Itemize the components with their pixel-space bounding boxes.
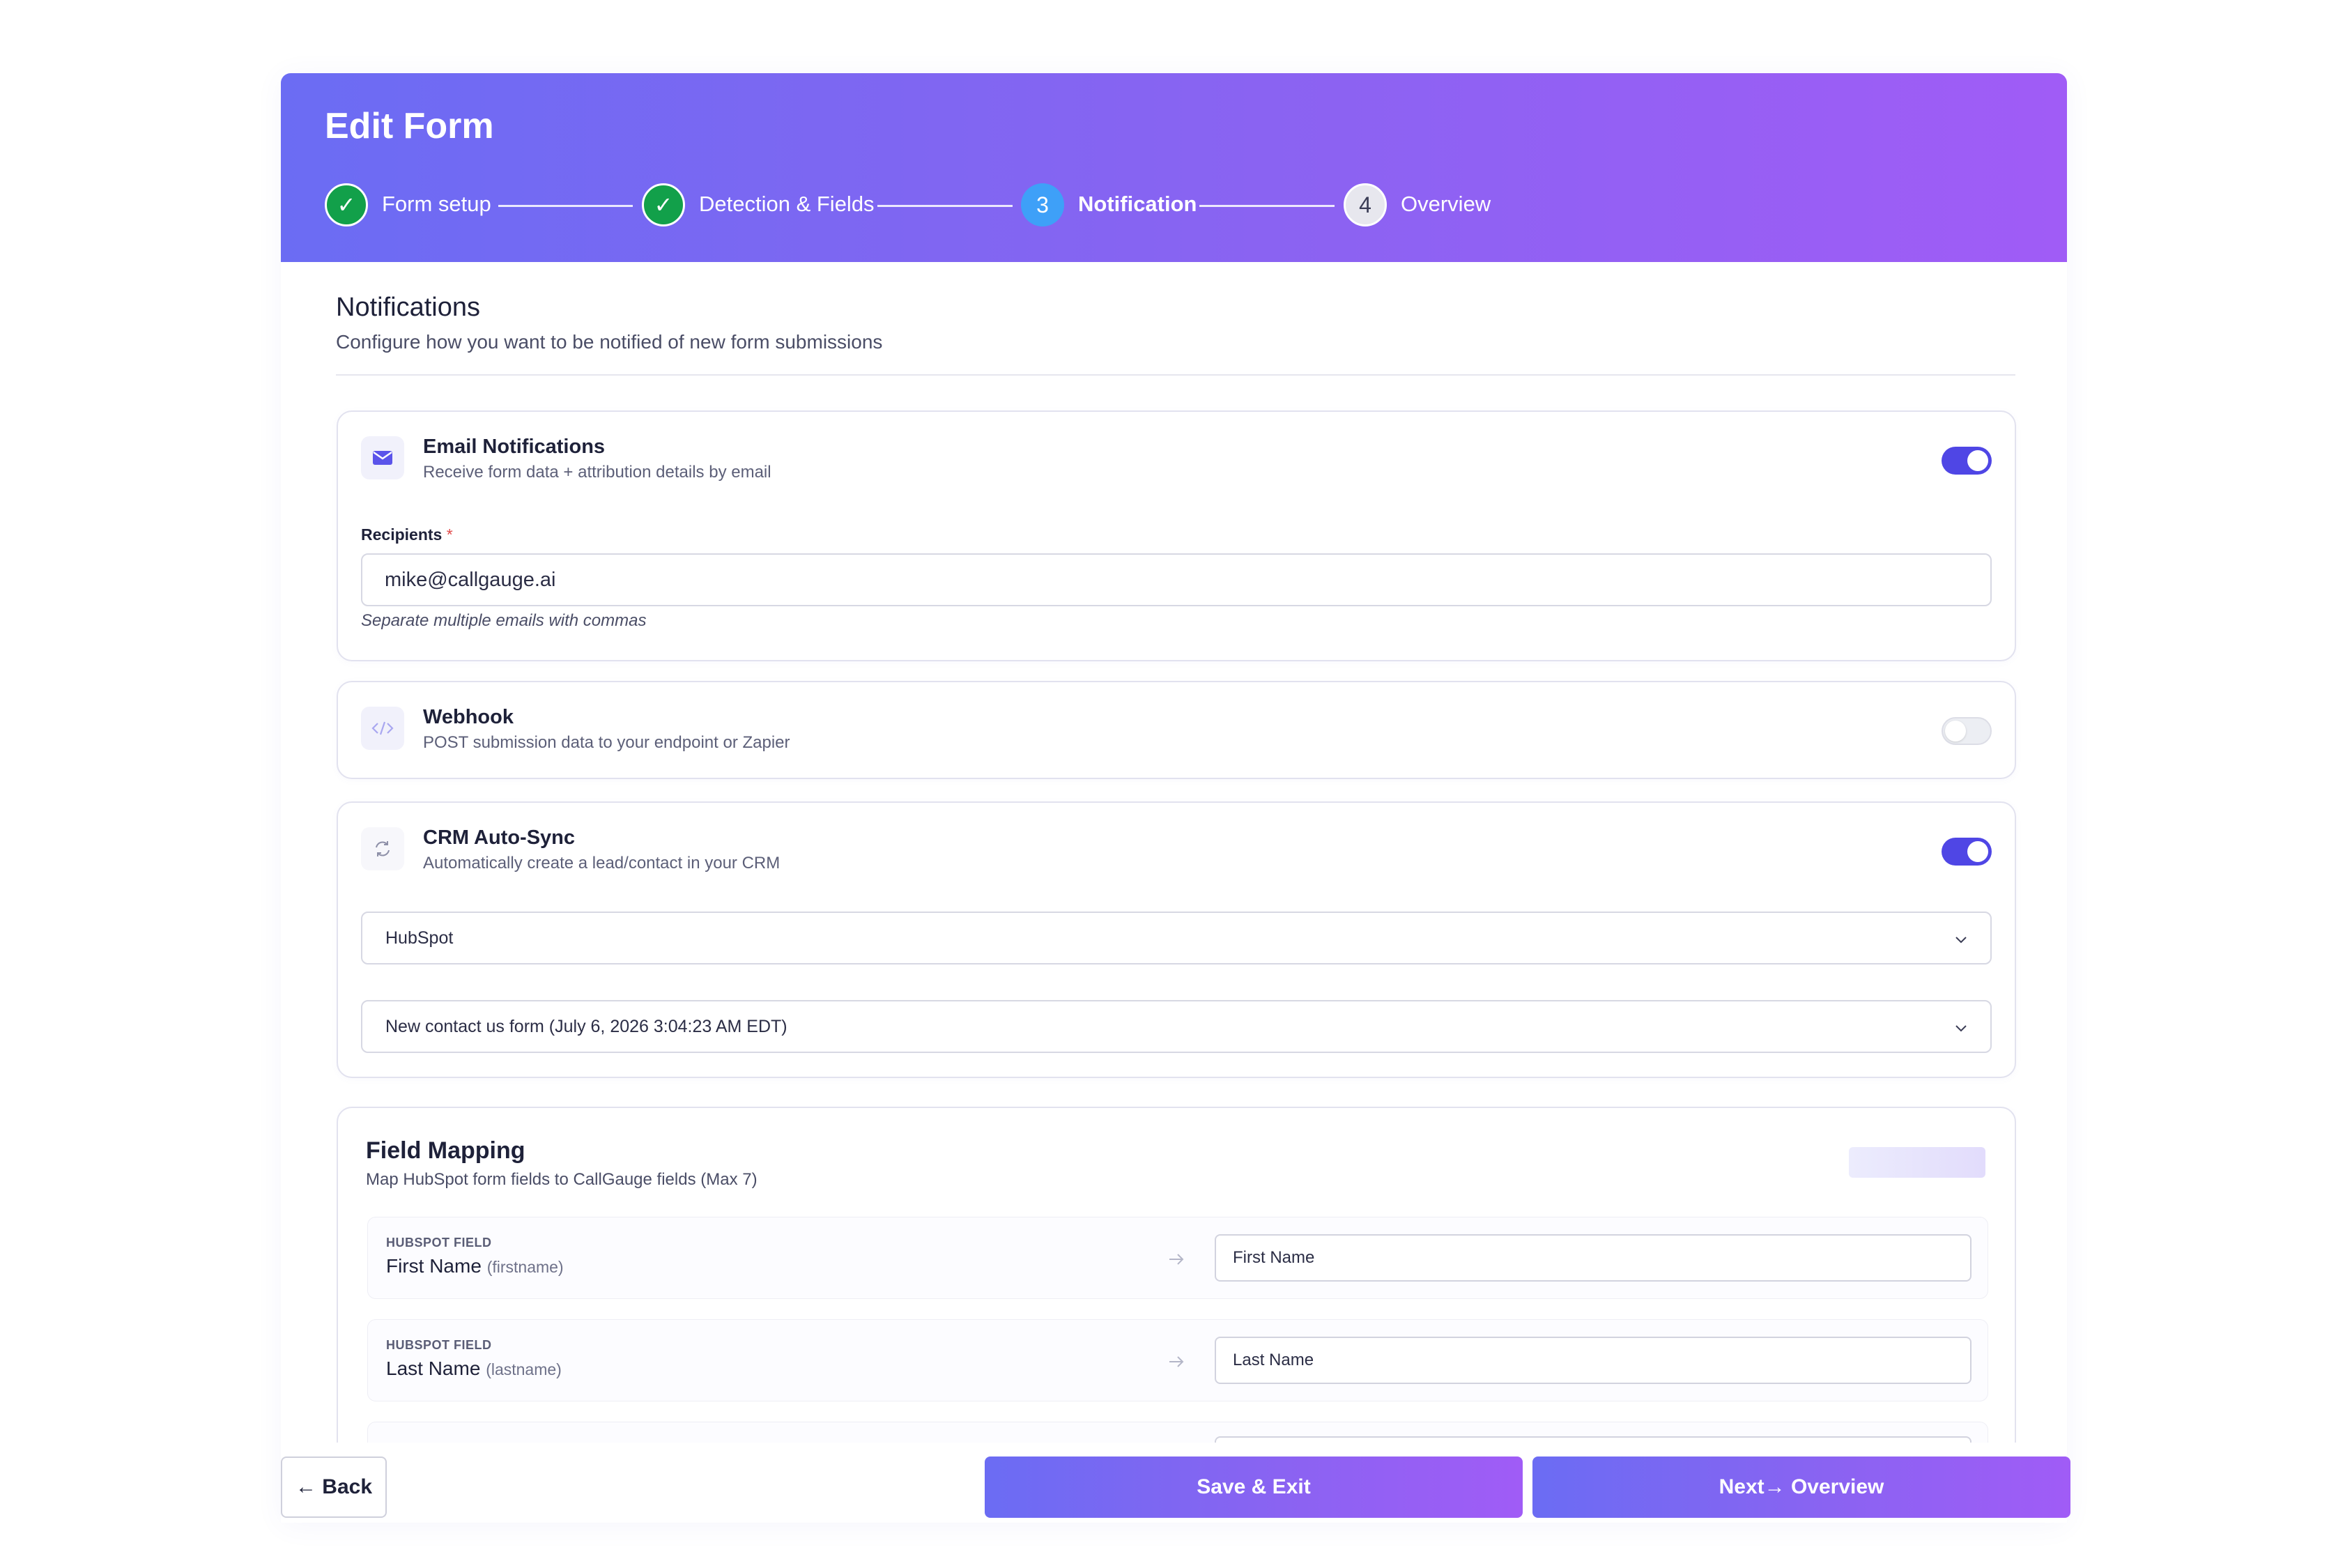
crm-provider-value: HubSpot xyxy=(385,928,454,948)
mail-icon xyxy=(361,436,404,479)
recipients-label: Recipients * xyxy=(361,525,453,544)
field-mapping-title: Field Mapping xyxy=(366,1137,525,1164)
toggle-knob xyxy=(1945,721,1966,741)
next-overview-button[interactable]: Next→ Overview xyxy=(1532,1456,2070,1518)
crm-form-select[interactable]: New contact us form (July 6, 2026 3:04:2… xyxy=(361,1000,1992,1053)
hubspot-field-key: (firstname) xyxy=(486,1258,564,1276)
sync-icon xyxy=(361,827,404,870)
callgauge-field-input[interactable] xyxy=(1215,1436,1971,1443)
required-mark: * xyxy=(446,525,453,544)
email-notifications-card: Email Notifications Receive form data + … xyxy=(337,410,2016,661)
page-title: Edit Form xyxy=(325,106,494,146)
field-mapping-row: HUBSPOT FIELD First Name (firstname) xyxy=(367,1217,1988,1299)
crm-form-value: New contact us form (July 6, 2026 3:04:2… xyxy=(385,1017,787,1036)
step-1-label: Form setup xyxy=(382,192,491,216)
webhook-title: Webhook xyxy=(423,706,514,728)
crm-provider-select[interactable]: HubSpot xyxy=(361,912,1992,964)
wizard-header: Edit Form ✓ Form setup ✓ Detection & Fie… xyxy=(281,73,2067,262)
callgauge-field-input[interactable] xyxy=(1215,1337,1971,1384)
arrow-right-icon xyxy=(1169,1356,1184,1367)
step-4-number: 4 xyxy=(1344,183,1387,226)
crm-auto-sync-toggle[interactable] xyxy=(1942,838,1992,866)
toggle-knob xyxy=(1967,841,1988,862)
email-notifications-subtitle: Receive form data + attribution details … xyxy=(423,463,771,482)
crm-auto-sync-subtitle: Automatically create a lead/contact in y… xyxy=(423,854,781,873)
step-connector xyxy=(498,205,633,207)
chevron-down-icon xyxy=(1955,937,1967,944)
field-mapping-row xyxy=(367,1422,1988,1443)
section-title: Notifications xyxy=(336,293,480,322)
hubspot-field-kicker: HUBSPOT FIELD xyxy=(386,1338,492,1352)
chevron-down-icon xyxy=(1955,1025,1967,1032)
hubspot-field-kicker: HUBSPOT FIELD xyxy=(386,1236,492,1250)
divider xyxy=(336,374,2015,376)
hubspot-field-name: First Name (firstname) xyxy=(386,1255,564,1277)
email-notifications-title: Email Notifications xyxy=(423,436,606,458)
step-connector xyxy=(1199,205,1335,207)
field-mapping-card: Field Mapping Map HubSpot form fields to… xyxy=(337,1107,2016,1443)
field-mapping-row: HUBSPOT FIELD Last Name (lastname) xyxy=(367,1319,1988,1401)
back-button[interactable]: ← Back xyxy=(281,1456,387,1518)
hubspot-field-name: Last Name (lastname) xyxy=(386,1358,562,1379)
recipients-hint: Separate multiple emails with commas xyxy=(361,611,647,630)
step-3-label: Notification xyxy=(1078,192,1197,216)
arrow-right-icon xyxy=(1169,1254,1184,1265)
recipients-input[interactable] xyxy=(361,553,1992,606)
step-3-number: 3 xyxy=(1021,183,1064,226)
step-2-label: Detection & Fields xyxy=(699,192,875,216)
save-exit-button[interactable]: Save & Exit xyxy=(985,1456,1523,1518)
webhook-toggle[interactable] xyxy=(1942,717,1992,745)
section-subtitle: Configure how you want to be notified of… xyxy=(336,331,883,353)
hubspot-field-key: (lastname) xyxy=(486,1360,562,1378)
code-icon xyxy=(361,707,404,750)
callgauge-field-input[interactable] xyxy=(1215,1234,1971,1282)
webhook-subtitle: POST submission data to your endpoint or… xyxy=(423,733,790,752)
step-connector xyxy=(877,205,1013,207)
email-notifications-toggle[interactable] xyxy=(1942,447,1992,475)
crm-auto-sync-card: CRM Auto-Sync Automatically create a lea… xyxy=(337,801,2016,1078)
step-2-check-icon: ✓ xyxy=(642,183,685,226)
webhook-card: Webhook POST submission data to your end… xyxy=(337,681,2016,779)
step-1-check-icon: ✓ xyxy=(325,183,368,226)
crm-auto-sync-title: CRM Auto-Sync xyxy=(423,827,576,849)
field-mapping-subtitle: Map HubSpot form fields to CallGauge fie… xyxy=(366,1170,758,1189)
step-4-label: Overview xyxy=(1401,192,1491,216)
field-mapping-scroll-area: Field Mapping Map HubSpot form fields to… xyxy=(337,1107,2016,1443)
field-mapping-action-placeholder xyxy=(1849,1147,1985,1178)
toggle-knob xyxy=(1967,450,1988,471)
